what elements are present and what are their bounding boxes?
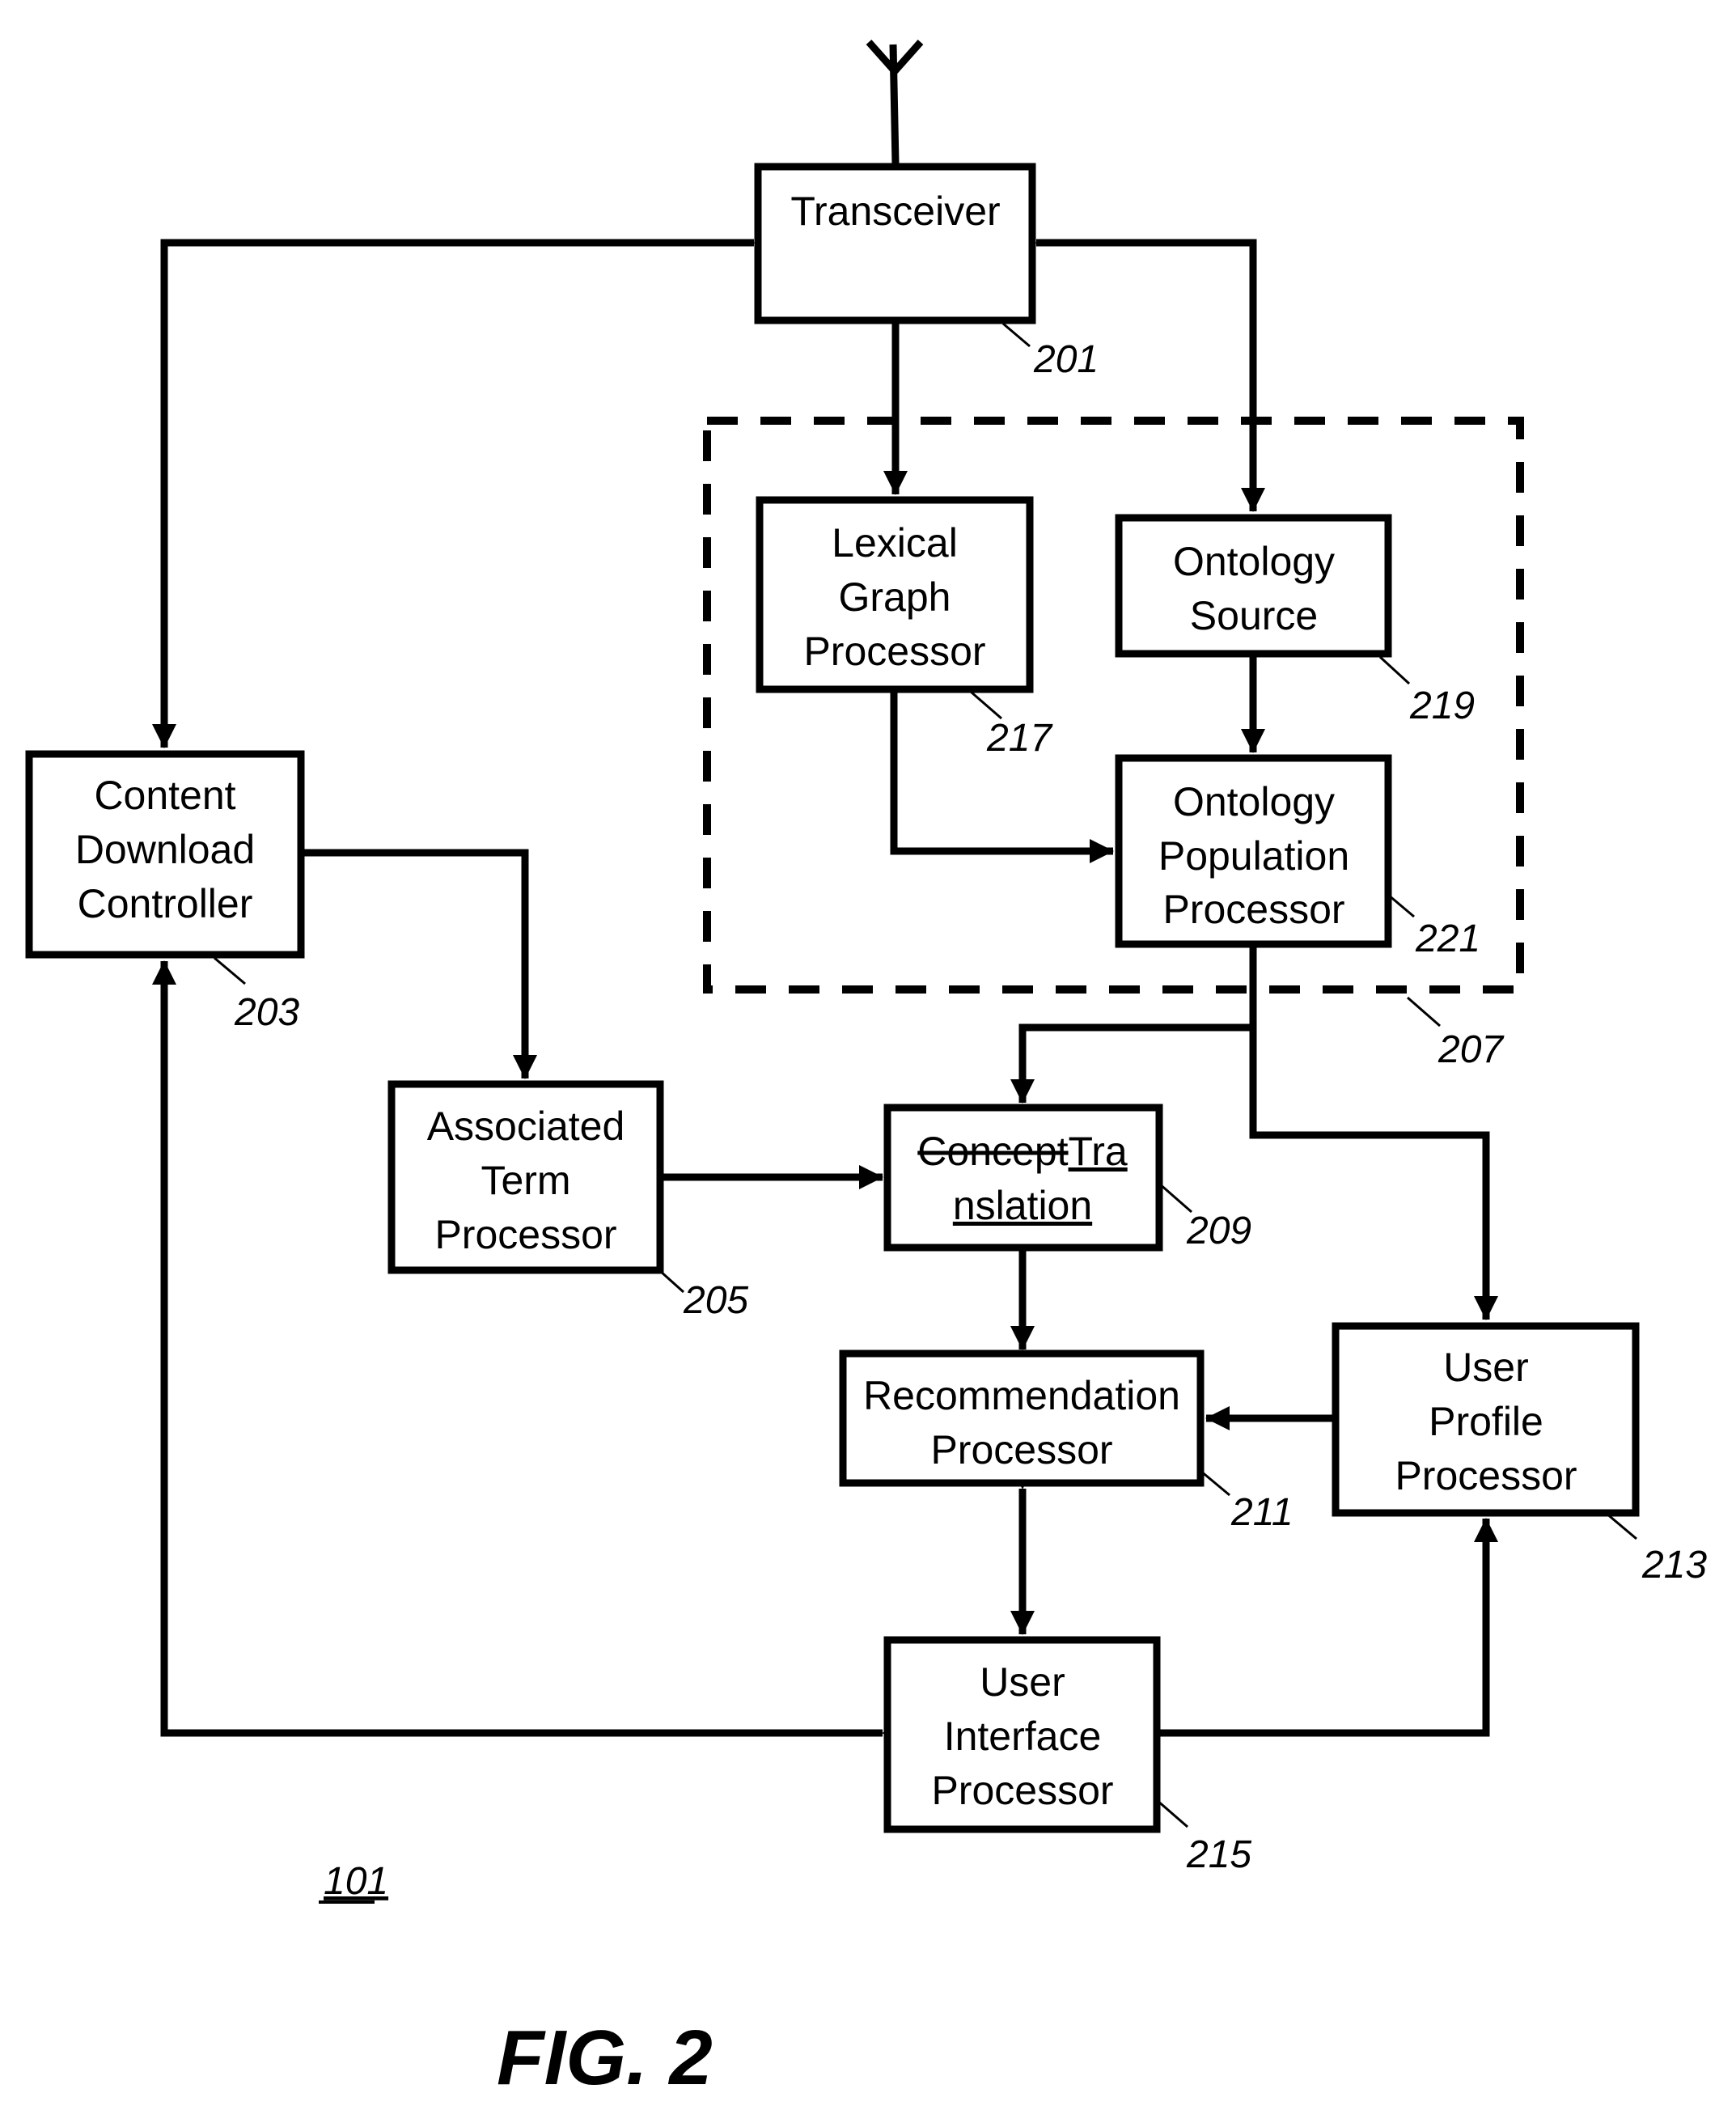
- ref-205: 205: [683, 1279, 748, 1322]
- lexical-graph-processor-block: Lexical Graph Processor: [756, 496, 1034, 693]
- transceiver-block: Transceiver: [754, 163, 1036, 324]
- ref-203: 203: [234, 991, 299, 1034]
- wire-population-userprofile: [1249, 1027, 1498, 1320]
- ontology-source-label-line1: Ontology: [1173, 539, 1335, 584]
- content-download-controller-block: Content Download Controller: [25, 750, 305, 959]
- ref-209: 209: [1186, 1210, 1251, 1252]
- wire-transceiver-cdc: [152, 231, 777, 748]
- ref-207: 207: [1437, 1028, 1505, 1071]
- ui-label-line1: User: [980, 1659, 1065, 1705]
- user-profile-label-line2: Profile: [1429, 1399, 1543, 1444]
- figure-caption: FIG. 2: [497, 2015, 713, 2101]
- population-label-line3: Processor: [1162, 887, 1344, 932]
- ref-221: 221: [1415, 917, 1480, 960]
- transceiver-label: Transceiver: [790, 189, 1000, 234]
- lexical-label-line2: Graph: [839, 574, 951, 620]
- struck-text: Concept: [917, 1129, 1068, 1174]
- lexical-label-line1: Lexical: [832, 520, 958, 566]
- translation-block: ConceptTra nslation: [883, 1104, 1163, 1252]
- antenna-icon: [866, 40, 924, 164]
- translation-label-line2: nslation: [953, 1183, 1092, 1228]
- user-profile-processor-block: User Profile Processor: [1332, 1322, 1640, 1517]
- ui-label-line2: Interface: [944, 1714, 1102, 1759]
- associated-label-line3: Processor: [434, 1212, 616, 1257]
- ui-label-line3: Processor: [931, 1768, 1113, 1813]
- ref-201: 201: [1033, 338, 1099, 381]
- recommendation-label-line2: Processor: [930, 1427, 1112, 1472]
- ref-217: 217: [986, 717, 1053, 760]
- associated-label-line2: Term: [481, 1158, 570, 1203]
- ontology-source-block: Ontology Source: [1115, 514, 1392, 658]
- ref-219: 219: [1409, 684, 1475, 727]
- wire-ui-userprofile: [1158, 1518, 1498, 1737]
- cdc-label-line3: Controller: [78, 881, 253, 926]
- ref-213: 213: [1641, 1544, 1707, 1587]
- user-profile-label-line3: Processor: [1395, 1453, 1577, 1498]
- cdc-label-line1: Content: [94, 773, 235, 818]
- inserted-text-1: Tra: [1069, 1129, 1128, 1174]
- recommendation-processor-block: Recommendation Processor: [839, 1350, 1205, 1487]
- wire-lexical-population: [890, 692, 1114, 863]
- system-ref-101: 101: [324, 1860, 388, 1903]
- recommendation-label-line1: Recommendation: [863, 1373, 1180, 1418]
- user-profile-label-line1: User: [1443, 1345, 1529, 1390]
- ontology-population-processor-block: Ontology Population Processor: [1115, 754, 1392, 948]
- associated-term-processor-block: Associated Term Processor: [387, 1080, 664, 1274]
- user-interface-processor-block: User Interface Processor: [883, 1636, 1161, 1833]
- translation-label-line1: ConceptTra: [917, 1129, 1128, 1174]
- population-label-line1: Ontology: [1173, 779, 1335, 824]
- ref-215: 215: [1186, 1833, 1251, 1876]
- block-diagram: Transceiver Content Download Controller …: [25, 40, 1707, 2101]
- ontology-source-label-line2: Source: [1190, 593, 1318, 638]
- lexical-label-line3: Processor: [803, 629, 985, 674]
- ref-211: 211: [1230, 1491, 1294, 1534]
- wire-cdc-associated: [304, 849, 537, 1079]
- cdc-label-line2: Download: [75, 827, 255, 872]
- wire-population-translation: [1010, 947, 1257, 1104]
- population-label-line2: Population: [1158, 833, 1349, 879]
- associated-label-line1: Associated: [427, 1104, 625, 1149]
